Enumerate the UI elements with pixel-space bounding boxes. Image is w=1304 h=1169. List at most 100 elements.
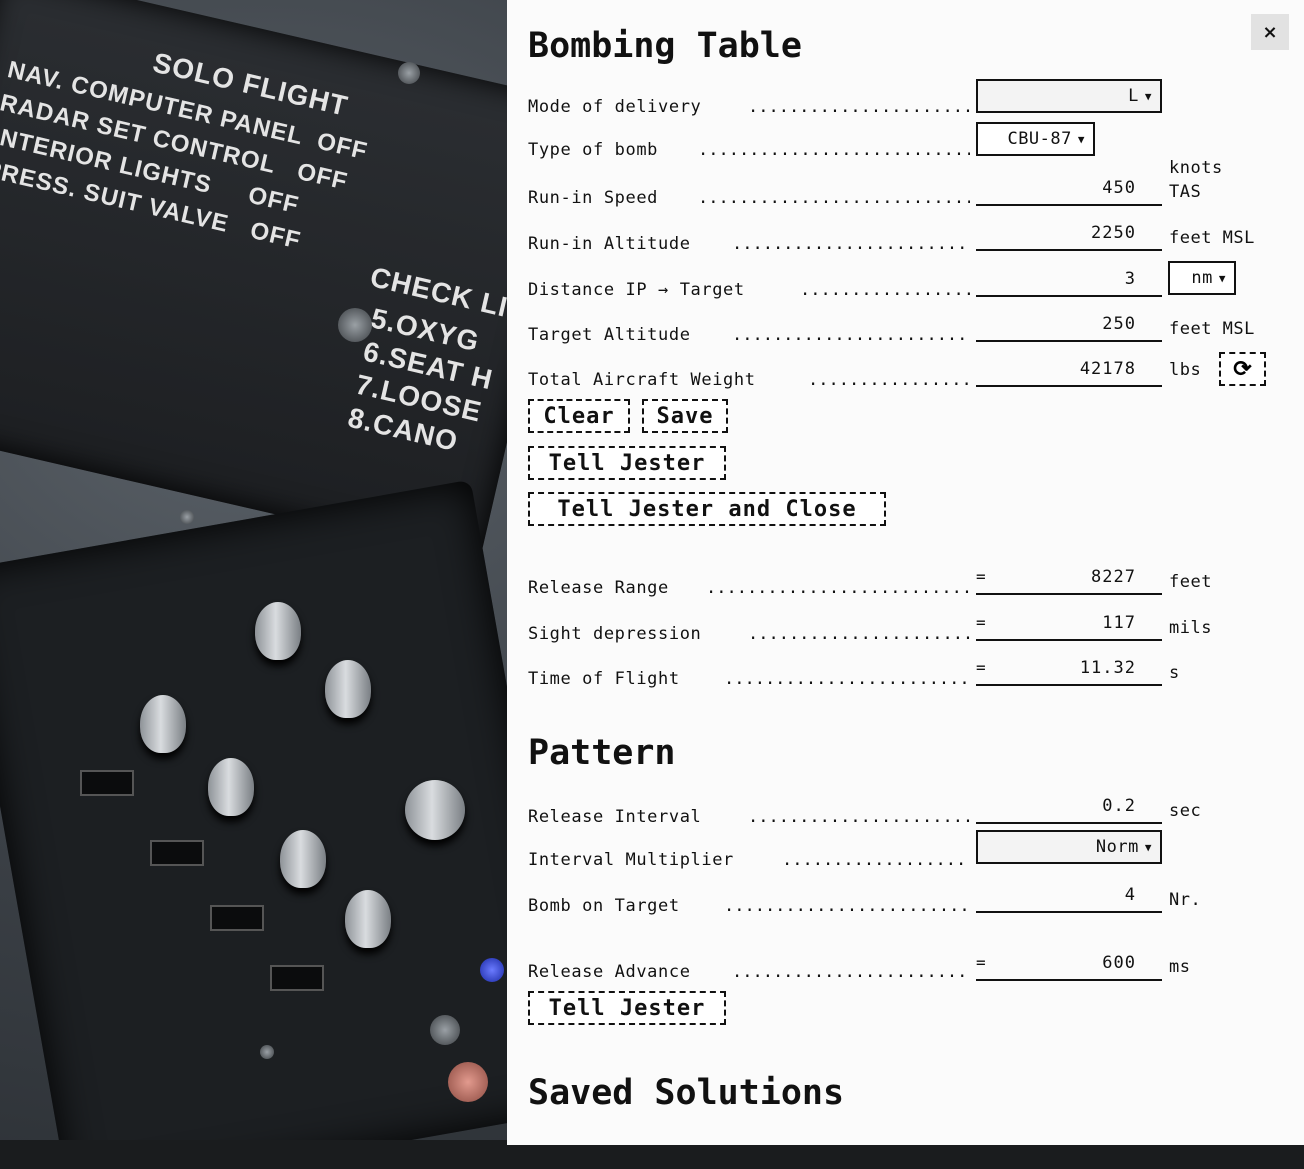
release-range-number: 8227 xyxy=(1091,567,1136,587)
close-button[interactable]: × xyxy=(1251,14,1289,50)
time-of-flight-number: 11.32 xyxy=(1079,658,1136,678)
leader-dots: ..................................... xyxy=(732,234,970,254)
interval-multiplier-select[interactable]: Norm ▼ xyxy=(976,830,1162,864)
distance-ip-target-input[interactable]: 3 xyxy=(976,269,1162,297)
rotary-knob xyxy=(140,695,186,753)
red-button xyxy=(448,1062,488,1102)
bomb-on-target-label: Bomb on Target xyxy=(528,896,680,916)
clear-button[interactable]: Clear xyxy=(528,399,630,433)
chevron-down-icon: ▼ xyxy=(1077,132,1085,146)
distance-unit-value: nm xyxy=(1191,268,1213,288)
equals-sign: = xyxy=(976,953,987,972)
leader-dots: ........................................… xyxy=(698,140,970,160)
release-advance-number: 600 xyxy=(1102,953,1136,973)
saved-solutions-title: Saved Solutions xyxy=(528,1073,845,1113)
refresh-icon: ⟳ xyxy=(1233,356,1252,382)
screw xyxy=(398,62,420,84)
target-altitude-unit: feet MSL xyxy=(1169,319,1255,339)
refresh-weight-button[interactable]: ⟳ xyxy=(1219,352,1266,386)
release-range-unit: feet xyxy=(1169,572,1212,592)
leader-dots: ............................. xyxy=(782,850,970,870)
chevron-down-icon: ▼ xyxy=(1144,840,1152,854)
mode-of-delivery-select[interactable]: L ▼ xyxy=(976,79,1162,113)
checklist-plate: SOLO FLIGHT NAV. COMPUTER PANEL OFF RADA… xyxy=(0,0,586,562)
rotary-knob xyxy=(325,660,371,718)
equals-sign: = xyxy=(976,658,987,677)
sight-depression-label: Sight depression xyxy=(528,624,702,644)
nav-computer-panel xyxy=(0,479,582,1169)
pattern-tell-jester-button[interactable]: Tell Jester xyxy=(528,991,726,1025)
leader-dots: .......................... xyxy=(800,280,970,300)
sight-depression-unit: mils xyxy=(1169,618,1212,638)
mode-of-delivery-label: Mode of delivery xyxy=(528,97,702,117)
total-weight-input[interactable]: 42178 xyxy=(976,359,1162,387)
time-of-flight-value: = 11.32 xyxy=(976,658,1162,686)
tell-jester-button[interactable]: Tell Jester xyxy=(528,446,726,480)
release-interval-input[interactable]: 0.2 xyxy=(976,796,1162,824)
tell-jester-close-button[interactable]: Tell Jester and Close xyxy=(528,492,886,526)
rotary-knob xyxy=(405,780,465,840)
total-weight-label: Total Aircraft Weight xyxy=(528,370,756,390)
time-of-flight-label: Time of Flight xyxy=(528,669,680,689)
leader-dots: ...................................... xyxy=(724,896,970,916)
pattern-title: Pattern xyxy=(528,733,676,773)
screw xyxy=(430,1015,460,1045)
equals-sign: = xyxy=(976,613,987,632)
equals-sign: = xyxy=(976,567,987,586)
total-weight-unit: lbs xyxy=(1169,360,1202,380)
bomb-on-target-unit: Nr. xyxy=(1169,890,1202,910)
release-interval-unit: sec xyxy=(1169,801,1202,821)
leader-dots: .................................. xyxy=(748,624,970,644)
interval-multiplier-value: Norm xyxy=(1095,837,1139,857)
leader-dots: .................................. xyxy=(748,97,970,117)
rotary-knob xyxy=(345,890,391,948)
interval-multiplier-label: Interval Multiplier xyxy=(528,850,734,870)
rotary-knob xyxy=(280,830,326,888)
type-of-bomb-select[interactable]: CBU-87 ▼ xyxy=(976,122,1095,156)
distance-unit-select[interactable]: nm ▼ xyxy=(1168,261,1236,295)
time-of-flight-unit: s xyxy=(1169,663,1180,683)
leader-dots: .................................. xyxy=(748,807,970,827)
screw xyxy=(180,510,194,524)
run-in-speed-label: Run-in Speed xyxy=(528,188,659,208)
screw xyxy=(338,308,372,342)
type-of-bomb-label: Type of bomb xyxy=(528,140,659,160)
sight-depression-value: = 117 xyxy=(976,613,1162,641)
type-of-bomb-value: CBU-87 xyxy=(1007,129,1072,149)
counter-window xyxy=(270,965,324,991)
leader-dots: ..................................... xyxy=(732,962,970,982)
counter-window xyxy=(80,770,134,796)
release-range-value: = 8227 xyxy=(976,567,1162,595)
run-in-speed-input[interactable]: 450 xyxy=(976,178,1162,206)
run-in-speed-unit: knots xyxy=(1169,158,1223,178)
indicator-light xyxy=(480,958,504,982)
rotary-knob xyxy=(208,758,254,816)
chevron-down-icon: ▼ xyxy=(1144,89,1152,103)
release-advance-unit: ms xyxy=(1169,957,1191,977)
sight-depression-number: 117 xyxy=(1102,613,1136,633)
chevron-down-icon: ▼ xyxy=(1218,271,1226,285)
run-in-altitude-unit: feet MSL xyxy=(1169,228,1255,248)
mode-of-delivery-value: L xyxy=(1128,86,1139,106)
leader-dots: ........................................… xyxy=(698,188,970,208)
save-button[interactable]: Save xyxy=(642,399,728,433)
leader-dots: ...................................... xyxy=(724,669,970,689)
run-in-altitude-input[interactable]: 2250 xyxy=(976,223,1162,251)
release-interval-label: Release Interval xyxy=(528,807,702,827)
run-in-speed-unit-tas: TAS xyxy=(1169,182,1202,202)
dialog-title: Bombing Table xyxy=(528,26,802,66)
release-advance-value: = 600 xyxy=(976,953,1162,981)
leader-dots: ........................................… xyxy=(706,578,970,598)
leader-dots: ......................... xyxy=(808,370,970,390)
bomb-on-target-input[interactable]: 4 xyxy=(976,885,1162,913)
target-altitude-label: Target Altitude xyxy=(528,325,691,345)
target-altitude-input[interactable]: 250 xyxy=(976,314,1162,342)
counter-window xyxy=(210,905,264,931)
release-range-label: Release Range xyxy=(528,578,669,598)
rotary-knob xyxy=(255,602,301,660)
run-in-altitude-label: Run-in Altitude xyxy=(528,234,691,254)
screw xyxy=(260,1045,274,1059)
leader-dots: ..................................... xyxy=(732,325,970,345)
counter-window xyxy=(150,840,204,866)
release-advance-label: Release Advance xyxy=(528,962,691,982)
